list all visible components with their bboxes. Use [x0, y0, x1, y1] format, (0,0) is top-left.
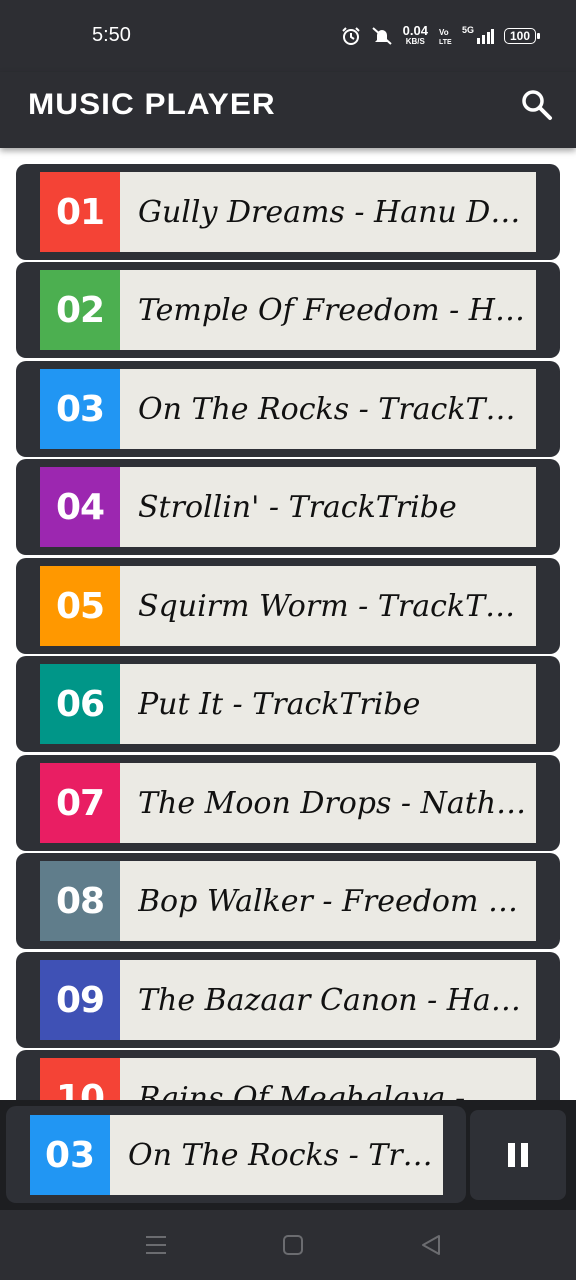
track-item[interactable]: 10 Rains Of Meghalaya - Hanu Dixit	[16, 1050, 560, 1100]
track-title: Put It - TrackTribe	[138, 686, 421, 722]
track-title-box: Put It - TrackTribe	[120, 664, 536, 744]
track-item[interactable]: 04 Strollin' - TrackTribe	[16, 459, 560, 555]
track-number: 06	[40, 664, 120, 744]
volte-icon: Vo LTE	[439, 28, 452, 45]
track-number: 01	[40, 172, 120, 252]
app-bar: MUSIC PLAYER	[0, 72, 576, 148]
track-number: 10	[40, 1058, 120, 1100]
status-icons: 0.04 KB/S Vo LTE 5G 100	[341, 23, 541, 47]
home-icon	[283, 1235, 303, 1255]
track-number: 08	[40, 861, 120, 941]
track-title-box: On The Rocks - TrackTribe	[120, 369, 536, 449]
status-bar: 5:50 0.04 KB/S Vo LTE 5G 100	[0, 0, 576, 72]
track-title: Squirm Worm - TrackTribe	[138, 588, 528, 624]
track-item[interactable]: 02 Temple Of Freedom - Hanu Dixit	[16, 262, 560, 358]
track-number: 04	[40, 467, 120, 547]
track-title-box: Strollin' - TrackTribe	[120, 467, 536, 547]
mute-icon	[371, 27, 392, 45]
track-item[interactable]: 07 The Moon Drops - Nathan Moore	[16, 755, 560, 851]
track-number: 05	[40, 566, 120, 646]
status-time: 5:50	[92, 24, 131, 46]
track-title-box: The Moon Drops - Nathan Moore	[120, 763, 536, 843]
battery-indicator: 100	[503, 28, 541, 44]
network-speed: 0.04 KB/S	[402, 23, 428, 47]
search-button[interactable]	[520, 88, 554, 122]
svg-text:LTE: LTE	[439, 39, 452, 45]
track-item[interactable]: 06 Put It - TrackTribe	[16, 656, 560, 752]
track-title-box: Bop Walker - Freedom Trail Studio	[120, 861, 536, 941]
track-item[interactable]: 01 Gully Dreams - Hanu Dixit	[16, 164, 560, 260]
pause-icon	[508, 1143, 528, 1167]
track-item[interactable]: 09 The Bazaar Canon - Hanu Dixit	[16, 952, 560, 1048]
network-type: 5G	[461, 25, 474, 35]
track-title: Temple Of Freedom - Hanu Dixit	[138, 292, 528, 328]
system-nav-bar	[0, 1210, 576, 1280]
track-number: 07	[40, 763, 120, 843]
menu-icon	[146, 1236, 166, 1254]
track-title: Bop Walker - Freedom Trail Studio	[138, 883, 528, 919]
track-title: Rains Of Meghalaya - Hanu Dixit	[138, 1080, 528, 1101]
now-playing-card[interactable]: 03 On The Rocks - TrackTribe	[6, 1106, 466, 1203]
now-playing-bar: 03 On The Rocks - TrackTribe	[0, 1100, 576, 1210]
track-title: On The Rocks - TrackTribe	[138, 391, 528, 427]
home-button[interactable]	[282, 1234, 306, 1256]
back-button[interactable]	[420, 1234, 444, 1256]
svg-text:Vo: Vo	[439, 28, 449, 37]
track-title: The Moon Drops - Nathan Moore	[138, 785, 528, 821]
track-title-box: Temple Of Freedom - Hanu Dixit	[120, 270, 536, 350]
alarm-icon	[341, 27, 360, 45]
signal-icon	[476, 29, 494, 44]
track-title-box: Squirm Worm - TrackTribe	[120, 566, 536, 646]
app-title: MUSIC PLAYER	[28, 88, 276, 121]
track-number: 09	[40, 960, 120, 1040]
track-number: 02	[40, 270, 120, 350]
back-icon	[422, 1235, 440, 1255]
pause-button[interactable]	[470, 1110, 566, 1200]
track-item[interactable]: 03 On The Rocks - TrackTribe	[16, 361, 560, 457]
now-playing-title-box: On The Rocks - TrackTribe	[110, 1115, 443, 1195]
menu-button[interactable]	[144, 1234, 168, 1256]
now-playing-number: 03	[30, 1115, 110, 1195]
now-playing-title: On The Rocks - TrackTribe	[128, 1137, 437, 1173]
track-item[interactable]: 05 Squirm Worm - TrackTribe	[16, 558, 560, 654]
track-title-box: Rains Of Meghalaya - Hanu Dixit	[120, 1058, 536, 1100]
speed-value: 0.04	[402, 23, 428, 38]
track-title: Gully Dreams - Hanu Dixit	[138, 194, 528, 230]
track-title: Strollin' - TrackTribe	[138, 489, 457, 525]
track-title-box: The Bazaar Canon - Hanu Dixit	[120, 960, 536, 1040]
speed-unit: KB/S	[405, 37, 425, 46]
track-list[interactable]: 01 Gully Dreams - Hanu Dixit 02 Temple O…	[0, 148, 576, 1100]
search-icon	[522, 90, 552, 120]
track-item[interactable]: 08 Bop Walker - Freedom Trail Studio	[16, 853, 560, 949]
track-title: The Bazaar Canon - Hanu Dixit	[138, 982, 528, 1018]
track-title-box: Gully Dreams - Hanu Dixit	[120, 172, 536, 252]
track-number: 03	[40, 369, 120, 449]
